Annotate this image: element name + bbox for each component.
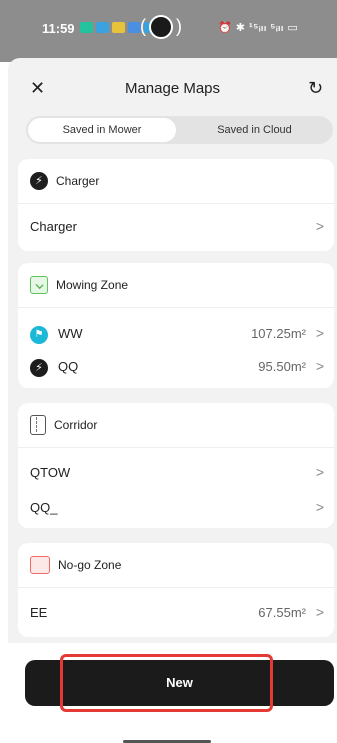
no-go-zone-section-header: No-go Zone (30, 555, 121, 575)
list-item-qq[interactable]: ⚡ QQ 95.50m² > (18, 355, 334, 379)
section-title: Corridor (54, 418, 98, 432)
chevron-right-icon: > (315, 218, 324, 234)
item-area: 67.55m² (258, 605, 306, 620)
item-name: EE (30, 605, 48, 620)
no-go-zone-icon (30, 556, 50, 574)
divider (18, 203, 334, 204)
highlight-box (60, 654, 273, 712)
divider (18, 447, 334, 448)
list-item-qtow[interactable]: QTOW > (18, 461, 334, 485)
charger-section-header: ⚡ Charger (30, 171, 99, 191)
mowing-zone-section: Mowing Zone ⚑ WW 107.25m² > ⚡ QQ 95.50m²… (18, 263, 334, 388)
mower-app-status-icon: () (140, 15, 182, 39)
charger-section: ⚡ Charger Charger > (18, 159, 334, 251)
list-item-ee[interactable]: EE 67.55m² > (18, 601, 334, 625)
item-area: 95.50m² (258, 359, 306, 374)
flag-icon: ⚑ (30, 326, 48, 344)
tab-saved-in-cloud[interactable]: Saved in Cloud (178, 118, 331, 142)
item-name: WW (58, 326, 83, 341)
corridor-icon (30, 415, 46, 435)
corridor-section: Corridor QTOW > QQ_ > (18, 403, 334, 528)
item-name: Charger (30, 219, 77, 234)
section-title: No-go Zone (58, 558, 122, 572)
chevron-right-icon: > (315, 604, 324, 620)
section-title: Charger (56, 174, 100, 188)
item-name: QQ_ (30, 500, 58, 515)
chevron-right-icon: > (315, 464, 324, 480)
item-name: QQ (58, 359, 79, 374)
corridor-section-header: Corridor (30, 415, 97, 435)
app-notification-icon (96, 22, 109, 33)
system-status-icons: ⏰ ✱ ¹⁵ᵢₗₗ ⁵ᵢₗₗ ▭ (218, 22, 299, 34)
list-item-charger[interactable]: Charger > (18, 215, 334, 239)
list-item-qq-corridor[interactable]: QQ_ > (18, 496, 334, 520)
manage-maps-sheet: ✕ Manage Maps ↻ Saved in Mower Saved in … (8, 58, 337, 643)
item-area: 107.25m² (251, 326, 306, 341)
chevron-right-icon: > (315, 325, 324, 341)
app-notification-icon (80, 22, 93, 33)
list-item-ww[interactable]: ⚑ WW 107.25m² > (18, 322, 334, 346)
charger-icon: ⚡ (30, 172, 48, 190)
refresh-button[interactable]: ↻ (308, 78, 323, 99)
divider (18, 587, 334, 588)
charger-icon: ⚡ (30, 359, 48, 377)
divider (18, 307, 334, 308)
no-go-zone-section: No-go Zone EE 67.55m² > (18, 543, 334, 637)
header: ✕ Manage Maps ↻ (8, 76, 337, 102)
page-title: Manage Maps (124, 80, 221, 97)
item-name: QTOW (30, 465, 71, 480)
app-notification-icon (112, 22, 125, 33)
section-title: Mowing Zone (56, 278, 129, 292)
chevron-right-icon: > (315, 358, 324, 374)
status-bar: 11:59 () ⏰ ✱ ¹⁵ᵢₗₗ ⁵ᵢₗₗ ▭ (0, 0, 337, 62)
mowing-zone-section-header: Mowing Zone (30, 275, 128, 295)
chevron-right-icon: > (315, 499, 324, 515)
tab-saved-in-mower[interactable]: Saved in Mower (28, 118, 176, 142)
storage-tabs: Saved in Mower Saved in Cloud (26, 116, 333, 144)
mowing-zone-icon (30, 276, 48, 294)
status-time: 11:59 (42, 21, 75, 36)
